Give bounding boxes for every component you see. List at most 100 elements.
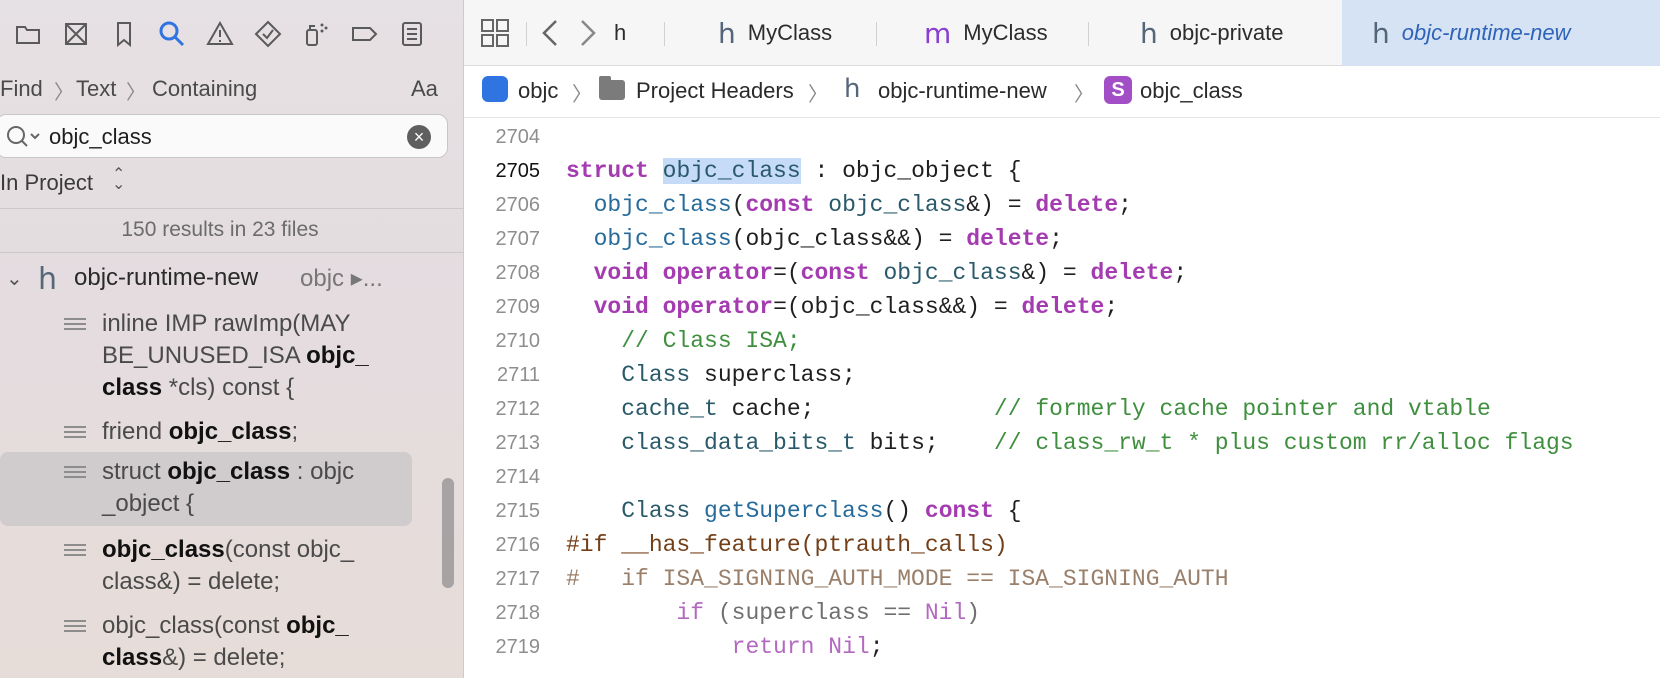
line-number: 2719 [495,636,541,658]
tab-label: MyClass [747,20,833,45]
chevron-right-icon: 〉 [1074,84,1094,106]
result-item[interactable]: objc_class(const objc_ class&) = delete; [0,534,412,598]
result-text: objc_class(const objc_ class&) = delete; [102,536,355,595]
line-number: 2714 [495,466,541,488]
editor-tab[interactable]: m MyClass [924,0,1084,66]
struct-symbol-icon: S [1104,76,1132,104]
implementation-file-icon: m [924,16,952,50]
code-text: objc_class(const objc_class&) = delete; [593,192,1132,218]
tab-label: objc-private [1169,20,1284,45]
chevron-right-icon: 〉 [808,84,828,106]
text-line-icon [64,466,86,480]
result-item[interactable]: friend objc_class; [0,416,412,448]
header-file-icon: h [844,74,861,104]
code-line: 2712 cache_t cache; // formerly cache po… [464,392,1660,426]
find-options-path: Find 〉 Text 〉 Containing Aa [0,74,463,104]
editor-tab-truncated[interactable]: h [614,0,648,66]
search-input[interactable] [49,122,389,152]
code-line: 2719 return Nil; [464,630,1660,664]
debug-spray-icon[interactable] [298,16,334,52]
result-text: objc_class(const objc_ class&) = delete; [102,612,349,671]
chevron-right-icon: 〉 [572,84,592,106]
code-text: # if ISA_SIGNING_AUTH_MODE == ISA_SIGNIN… [566,566,1229,592]
code-text: cache_t cache; // formerly cache pointer… [621,396,1491,422]
navigator-scrollbar[interactable] [442,478,454,588]
search-field[interactable]: × [0,114,448,158]
code-text: objc_class(objc_class&&) = delete; [593,226,1063,252]
find-navigator: Find 〉 Text 〉 Containing Aa × In Project… [0,0,464,678]
test-diamond-icon[interactable] [250,16,286,52]
divider [0,252,463,253]
grid-layout-icon[interactable] [480,18,510,53]
disclosure-chevron-down-icon[interactable]: ⌄ [6,266,23,291]
result-item[interactable]: inline IMP rawImp(MAY BE_UNUSED_ISA objc… [0,308,412,404]
tab-label: MyClass [963,20,1048,45]
code-line: 2718 if (superclass == Nil) [464,596,1660,630]
result-file-path: objc ▸... [300,265,383,292]
line-number: 2704 [495,126,541,148]
issue-warning-icon[interactable] [202,16,238,52]
code-text: return Nil; [731,634,884,660]
code-text: // Class ISA; [621,328,801,354]
code-text: Class getSuperclass() const { [621,498,1022,524]
find-match-style[interactable]: Containing [152,76,257,102]
line-number: 2705 [495,160,541,182]
search-scope[interactable]: In Project [0,170,93,196]
code-line: 2714 [464,460,1660,494]
code-area[interactable]: 2704 2705 struct objc_class : objc_objec… [464,120,1660,678]
project-navigator-folder-icon[interactable] [10,16,46,52]
code-text: void operator=(objc_class&&) = delete; [593,294,1119,320]
editor-tab[interactable]: h MyClass [718,0,878,66]
code-text: class_data_bits_t bits; // class_rw_t * … [621,430,1574,456]
divider [876,22,877,46]
text-line-icon [64,544,86,558]
find-kind[interactable]: Text [76,76,116,102]
navigator-toolbar [0,0,463,66]
chevron-right-icon: 〉 [54,82,74,104]
result-file-group[interactable]: ⌄ h objc-runtime-new objc ▸... [0,262,463,298]
code-text: Class superclass; [621,362,856,388]
find-icon[interactable] [154,16,190,52]
code-text: void operator=(const objc_class&) = dele… [593,260,1188,286]
divider [664,22,665,46]
scope-chevron-updown-icon[interactable]: ⌃ ⌄ [112,167,125,193]
find-mode[interactable]: Find [0,76,43,102]
source-control-icon[interactable] [58,16,94,52]
editor-tab-active[interactable]: h objc-runtime-new [1342,0,1660,66]
line-number: 2706 [495,194,541,216]
text-line-icon [64,620,86,634]
jump-bar-group[interactable]: Project Headers [636,78,794,104]
line-number: 2717 [495,568,541,590]
result-item-selected[interactable]: struct objc_class : objc _object { [0,452,412,526]
breakpoint-tag-icon[interactable] [346,16,382,52]
code-line: 2710 // Class ISA; [464,324,1660,358]
result-text: friend objc_class; [102,418,299,445]
editor-tab[interactable]: h objc-private [1140,0,1320,66]
header-file-icon: h [1372,16,1390,50]
bookmark-icon[interactable] [106,16,142,52]
results-count: 150 results in 23 files [121,218,319,241]
text-line-icon [64,318,86,332]
clear-search-icon[interactable]: × [407,125,431,149]
match-case-button[interactable]: Aa [411,76,438,102]
jump-bar-symbol[interactable]: objc_class [1140,78,1243,104]
folder-icon [599,76,625,100]
forward-chevron-icon[interactable] [574,18,600,53]
report-list-icon[interactable] [394,16,430,52]
code-line: 2717 # if ISA_SIGNING_AUTH_MODE == ISA_S… [464,562,1660,596]
search-highlight: objc_class [662,158,801,184]
jump-bar-project[interactable]: objc [518,78,558,104]
code-line: 2711 Class superclass; [464,358,1660,392]
line-number: 2718 [495,602,541,624]
result-text: struct objc_class : objc _object { [102,458,355,517]
code-text: #if __has_feature(ptrauth_calls) [566,532,1008,558]
line-number: 2716 [495,534,541,556]
tab-label: h [614,20,627,45]
result-text: inline IMP rawImp(MAY BE_UNUSED_ISA objc… [102,310,369,401]
jump-bar-file[interactable]: objc-runtime-new [878,78,1047,104]
back-chevron-icon[interactable] [538,18,564,53]
line-number: 2712 [495,398,541,420]
search-options-icon[interactable] [5,124,41,155]
line-number: 2710 [495,330,541,352]
result-item[interactable]: objc_class(const objc_ class&) = delete; [0,610,412,674]
